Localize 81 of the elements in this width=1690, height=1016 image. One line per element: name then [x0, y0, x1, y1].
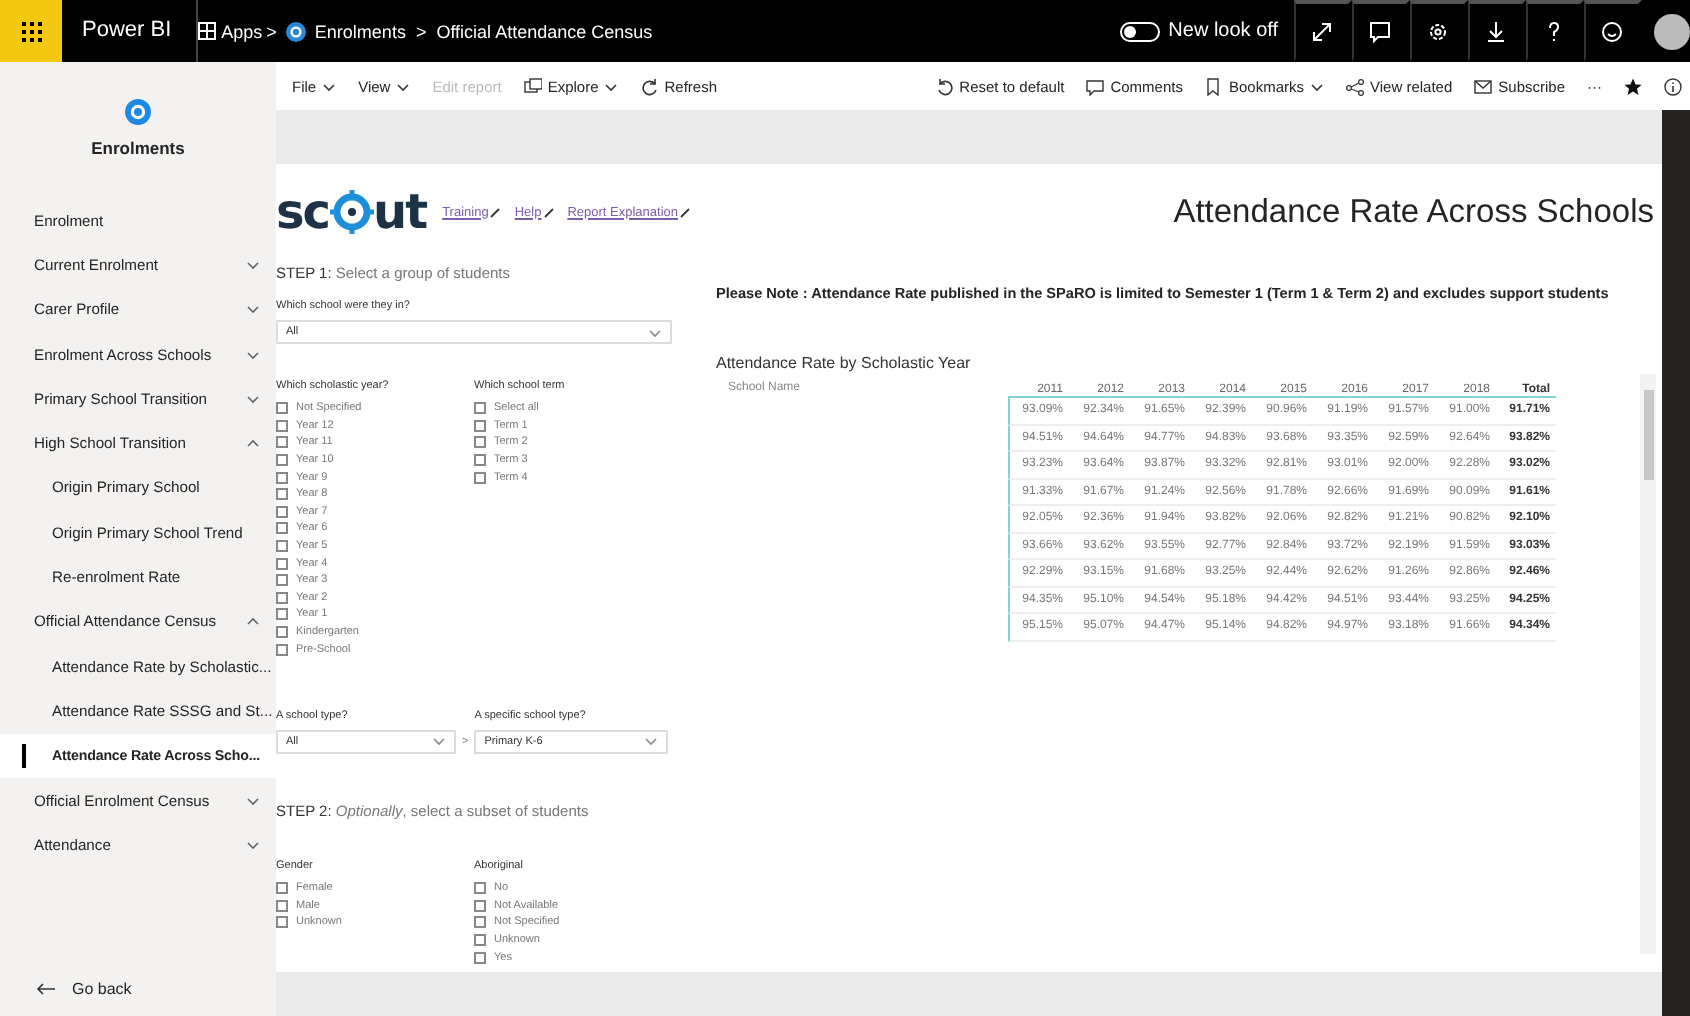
mail-icon [1474, 77, 1493, 95]
app-launcher-button[interactable] [0, 0, 62, 62]
arrow-left-icon [36, 981, 56, 995]
chevron-up-icon [246, 438, 260, 449]
checkbox[interactable] [276, 436, 288, 449]
compass-icon [329, 190, 374, 234]
undo-icon [935, 77, 954, 95]
avatar[interactable] [1654, 13, 1690, 49]
smiley-icon[interactable] [1600, 19, 1624, 43]
checkbox[interactable] [474, 402, 486, 415]
chevron-down-icon [246, 839, 260, 850]
new-look-toggle[interactable] [1120, 21, 1161, 41]
chevron-down-icon [604, 81, 619, 91]
bookmark-icon [1204, 77, 1223, 95]
checkbox[interactable] [276, 522, 288, 535]
checkbox[interactable] [474, 951, 486, 964]
share-nodes-icon [1346, 77, 1364, 95]
chevron-down-icon [1310, 81, 1324, 91]
chevron-down-icon [246, 795, 260, 805]
checkbox[interactable] [276, 916, 288, 929]
grid-icon [21, 21, 41, 41]
chevron-down-icon [246, 393, 260, 404]
checkbox[interactable] [474, 436, 486, 449]
chevron-down-icon [644, 736, 659, 747]
scout-logo: sc ut [276, 188, 427, 236]
checkbox[interactable] [276, 608, 288, 621]
breadcrumb-link[interactable]: Enrolments [314, 21, 406, 41]
download-icon[interactable] [1484, 19, 1508, 43]
toggle-label: New look off [1168, 20, 1278, 42]
checkbox[interactable] [474, 933, 486, 946]
checkbox[interactable] [276, 454, 288, 467]
checkbox[interactable] [474, 882, 486, 895]
checkbox[interactable] [276, 471, 288, 484]
breadcrumb-separator: > [413, 21, 429, 41]
app-title: Enrolments [91, 138, 185, 158]
settings-icon[interactable] [1426, 19, 1450, 43]
chevron-down-icon [246, 259, 260, 270]
checkbox[interactable] [474, 419, 486, 432]
chevron-up-icon [246, 616, 260, 627]
checkbox[interactable] [474, 916, 486, 929]
scrollbar[interactable] [1640, 374, 1656, 954]
breadcrumb-current: Official Attendance Census [436, 21, 653, 41]
comment-icon [1086, 77, 1105, 95]
checkbox[interactable] [276, 557, 288, 570]
pencil-icon [543, 207, 554, 217]
report-title: Attendance Rate Across Schools [1173, 193, 1656, 231]
app-logo-icon [124, 98, 152, 126]
chevron-down-icon [246, 304, 260, 315]
refresh-icon [640, 77, 659, 95]
chevron-down-icon [322, 81, 337, 91]
pencil-icon [680, 207, 690, 217]
chevron-down-icon [648, 327, 662, 337]
info-icon[interactable] [1664, 77, 1682, 95]
expand-icon[interactable] [1310, 19, 1334, 43]
checkbox[interactable] [276, 643, 288, 656]
checkbox[interactable] [276, 626, 288, 639]
checkbox[interactable] [276, 574, 288, 587]
apps-link[interactable]: Apps [197, 21, 263, 41]
app-logo-icon [286, 21, 307, 41]
go-back-button[interactable]: Go back [0, 960, 276, 1016]
checkbox[interactable] [276, 591, 288, 604]
checkbox[interactable] [276, 402, 288, 415]
apps-icon [197, 22, 216, 40]
checkbox[interactable] [276, 882, 288, 895]
checkbox[interactable] [474, 471, 486, 484]
pencil-icon [490, 207, 501, 217]
checkbox[interactable] [276, 419, 288, 432]
checkbox[interactable] [276, 488, 288, 501]
breadcrumb-separator: > [264, 21, 279, 41]
checkbox[interactable] [276, 540, 288, 553]
comment-icon[interactable] [1368, 19, 1392, 43]
checkbox[interactable] [276, 899, 288, 912]
explore-icon [523, 77, 542, 95]
checkbox[interactable] [276, 505, 288, 518]
chevron-down-icon [396, 81, 411, 91]
chevron-down-icon [246, 349, 260, 360]
table-title: Attendance Rate by Scholastic Year [716, 354, 973, 372]
chevron-down-icon [432, 736, 446, 747]
star-icon[interactable] [1624, 77, 1642, 95]
checkbox[interactable] [474, 454, 486, 467]
checkbox[interactable] [474, 899, 486, 912]
